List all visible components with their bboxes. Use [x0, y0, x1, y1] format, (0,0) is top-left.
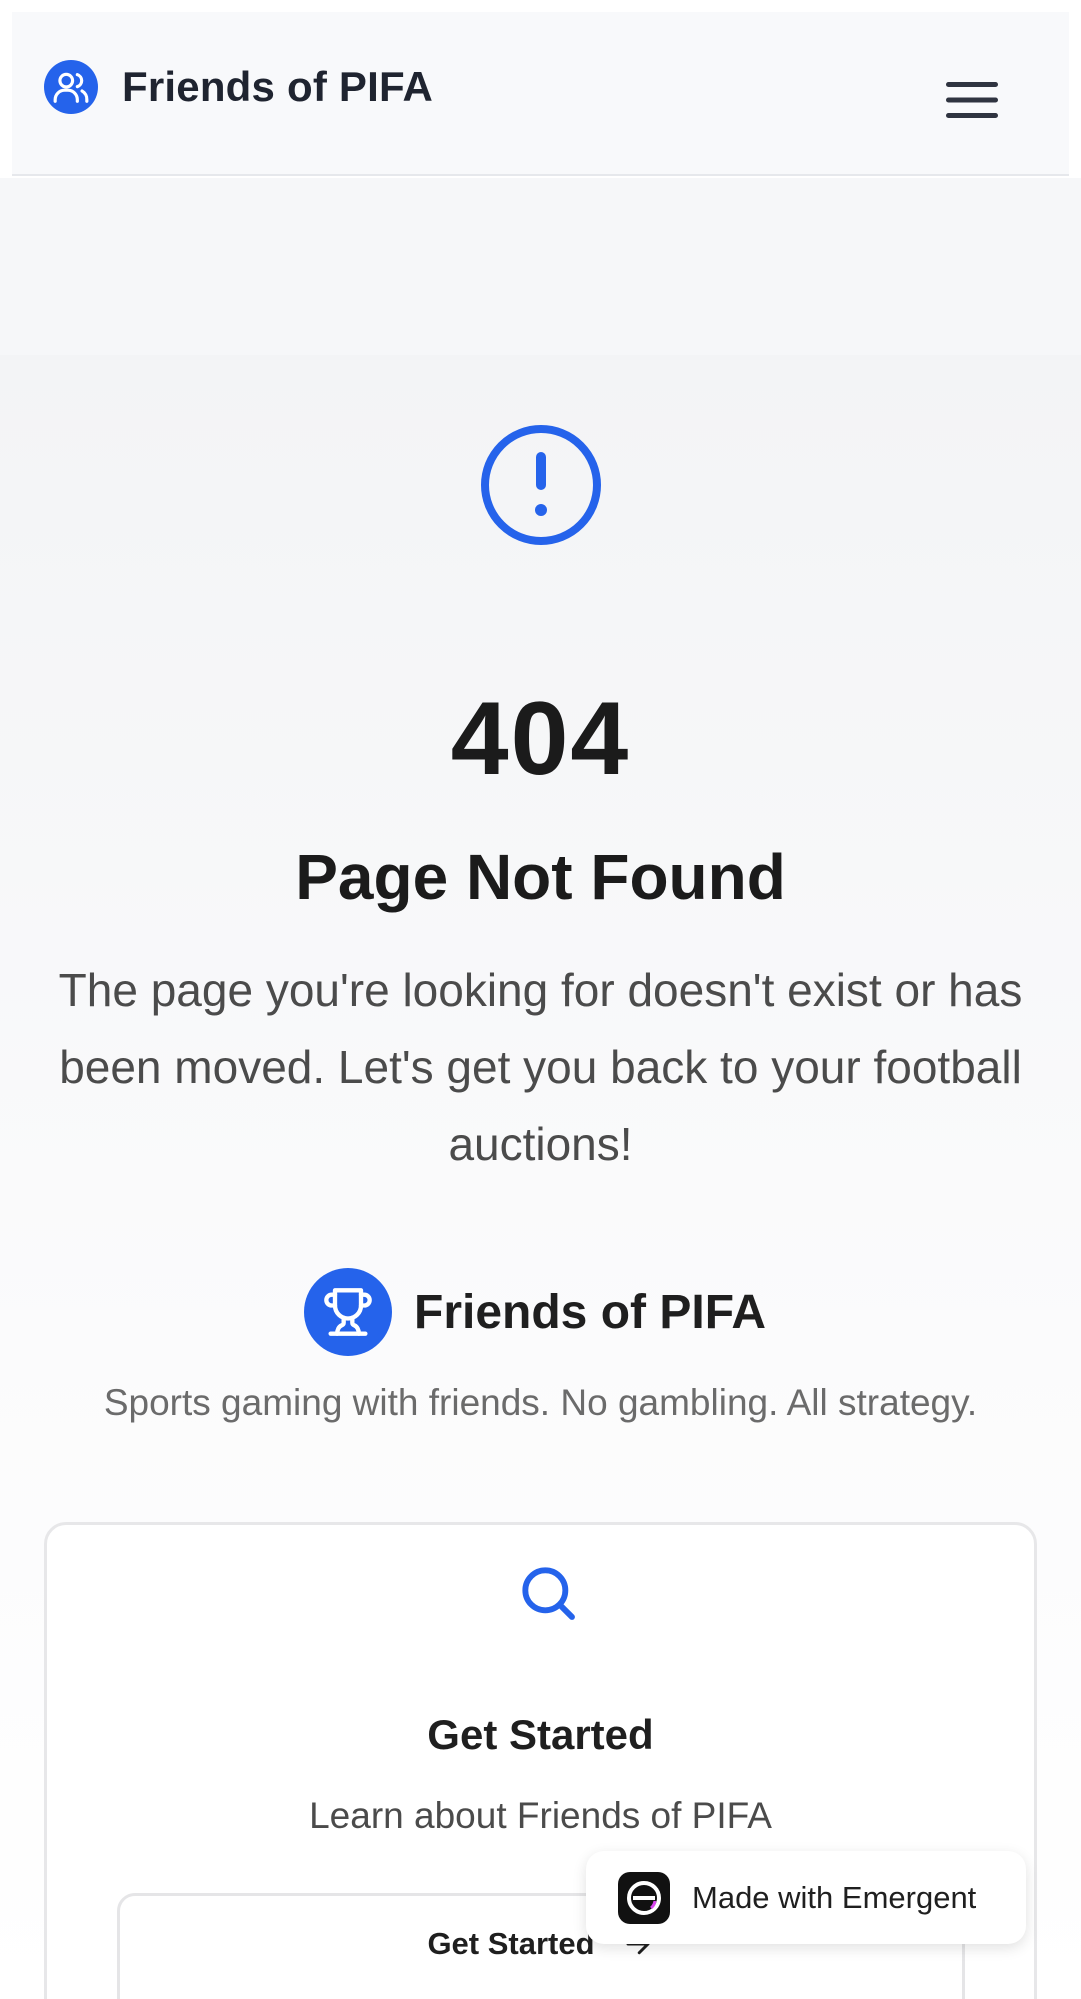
emergent-logo-icon [618, 1871, 670, 1924]
error-code: 404 [450, 681, 631, 797]
brand-name: Friends of PIFA [122, 63, 434, 110]
search-icon [516, 1561, 580, 1625]
error-description: The page you're looking for doesn't exis… [58, 964, 1023, 1170]
card-subtitle: Learn about Friends of PIFA [309, 1795, 772, 1836]
tagline: Sports gaming with friends. No gambling.… [103, 1382, 978, 1423]
made-with-emergent-badge[interactable]: Made with Emergent [586, 1851, 1026, 1944]
card-title: Get Started [427, 1711, 654, 1758]
alert-circle-icon [478, 422, 604, 548]
made-with-emergent-label: Made with Emergent [692, 1879, 977, 1915]
users-icon [44, 60, 98, 114]
page-title: Page Not Found [295, 841, 786, 913]
trophy-icon [304, 1268, 392, 1356]
menu-button[interactable] [932, 60, 1012, 140]
get-started-button-label: Get Started [427, 1926, 595, 1961]
brand-link[interactable]: Friends of PIFA [44, 60, 433, 114]
brand-block: Friends of PIFA [304, 1268, 766, 1356]
brand-name-secondary: Friends of PIFA [414, 1285, 767, 1339]
hamburger-menu-icon [946, 82, 998, 118]
top-navbar: Friends of PIFA [12, 12, 1069, 176]
hero-band [0, 178, 1081, 355]
